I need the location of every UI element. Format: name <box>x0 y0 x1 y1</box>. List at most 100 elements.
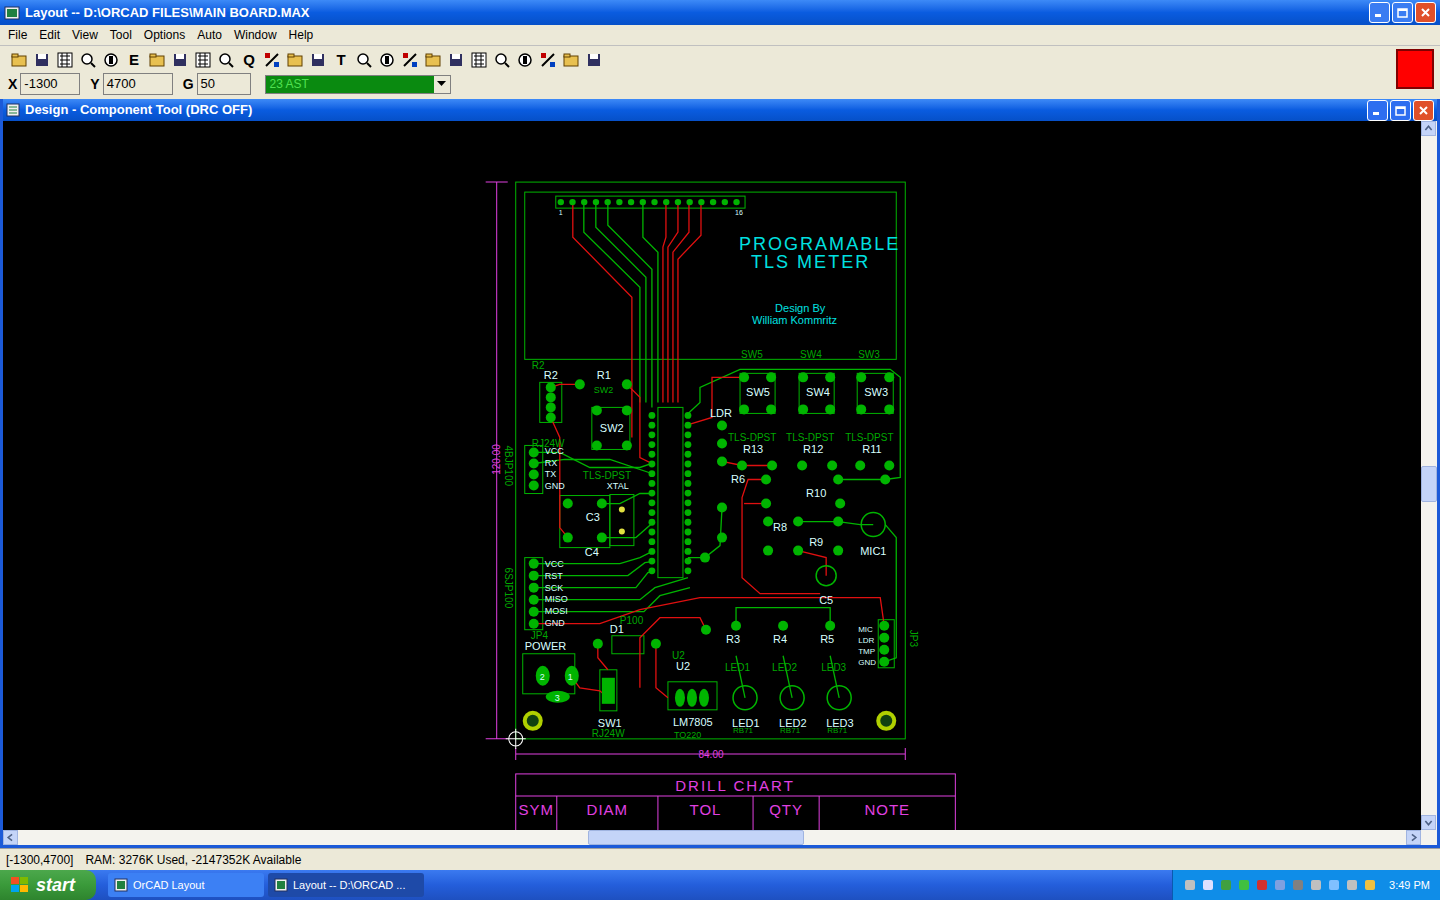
toolbar-button[interactable] <box>77 49 99 71</box>
toolbar-button[interactable] <box>468 49 490 71</box>
windows-logo-icon <box>10 876 30 894</box>
horizontal-scrollbar[interactable] <box>3 830 1437 845</box>
tray-icon[interactable] <box>1273 878 1287 892</box>
menu-item[interactable]: Edit <box>33 26 66 44</box>
title-bar: Layout -- D:\ORCAD FILES\MAIN BOARD.MAX <box>0 0 1440 25</box>
toolbar-button[interactable] <box>54 49 76 71</box>
scroll-thumb[interactable] <box>588 830 804 845</box>
toolbar-button[interactable] <box>284 49 306 71</box>
toolbar-button[interactable] <box>31 49 53 71</box>
menu-item[interactable]: Tool <box>104 26 138 44</box>
toolbar-button[interactable] <box>537 49 559 71</box>
taskbar-button[interactable]: Layout -- D:\ORCAD ... <box>268 873 424 897</box>
pcb-label: 3 <box>555 693 560 703</box>
pcb-label: SW4 <box>800 349 822 360</box>
field-label: Y <box>90 74 99 95</box>
tray-icon[interactable] <box>1201 878 1215 892</box>
pcb-label: TLS-DPST <box>583 471 631 482</box>
coord-field[interactable]: 4700 <box>103 73 173 95</box>
tray-icon[interactable] <box>1345 878 1359 892</box>
minimize-button[interactable] <box>1369 2 1390 23</box>
start-button[interactable]: start <box>0 870 96 900</box>
document-title: Design - Component Tool (DRC OFF) <box>25 100 252 120</box>
tool-icon <box>217 51 235 69</box>
close-button[interactable] <box>1415 2 1436 23</box>
menu-item[interactable]: Auto <box>191 26 228 44</box>
scroll-up-button[interactable] <box>1421 121 1436 136</box>
layer-select[interactable]: 23 AST <box>265 75 451 94</box>
minimize-button[interactable] <box>1367 100 1388 121</box>
toolbar-button[interactable] <box>353 49 375 71</box>
pcb-label: RB71 <box>827 726 848 735</box>
toolbar-button[interactable]: Q <box>238 49 260 71</box>
tool-icon <box>33 51 51 69</box>
arrow-up-icon <box>1423 123 1434 134</box>
toolbar-button[interactable] <box>560 49 582 71</box>
toolbar-button[interactable] <box>192 49 214 71</box>
pcb-label: Design By <box>775 302 826 314</box>
tray-icon[interactable] <box>1219 878 1233 892</box>
scroll-thumb[interactable] <box>1421 466 1437 502</box>
toolbar-button[interactable] <box>100 49 122 71</box>
toolbar-button[interactable] <box>445 49 467 71</box>
arrow-right-icon <box>1408 832 1419 843</box>
toolbar-button[interactable] <box>169 49 191 71</box>
task-icon <box>114 878 128 892</box>
menu-item[interactable]: Window <box>228 26 283 44</box>
toolbar: EQT <box>0 48 1396 71</box>
dimension-width: 84.00 <box>698 749 723 760</box>
tray-icon[interactable] <box>1255 878 1269 892</box>
menu-item[interactable]: Options <box>138 26 191 44</box>
toolbar-button[interactable]: T <box>330 49 352 71</box>
coord-field[interactable]: 50 <box>197 73 251 95</box>
toolbar-button[interactable] <box>399 49 421 71</box>
tool-icon <box>470 51 488 69</box>
layer-color-swatch <box>1396 49 1434 89</box>
toolbar-button[interactable] <box>261 49 283 71</box>
pcb-label: R8 <box>773 521 787 533</box>
toolbar-button[interactable] <box>215 49 237 71</box>
toolbar-button[interactable] <box>491 49 513 71</box>
pcb-label: SW2 <box>600 422 624 434</box>
pcb-label: XTAL <box>607 481 629 491</box>
toolbar-button[interactable] <box>8 49 30 71</box>
coord-field[interactable]: -1300 <box>20 73 80 95</box>
tray-icon[interactable] <box>1327 878 1341 892</box>
task-icon <box>274 878 288 892</box>
scroll-left-button[interactable] <box>3 830 18 845</box>
pcb-label: SW4 <box>806 386 830 398</box>
toolbar-button[interactable] <box>376 49 398 71</box>
toolbar-button[interactable] <box>514 49 536 71</box>
scroll-right-button[interactable] <box>1406 830 1421 845</box>
tool-icon <box>539 51 557 69</box>
scroll-down-button[interactable] <box>1421 815 1436 830</box>
close-button[interactable] <box>1413 100 1434 121</box>
toolbar-button[interactable] <box>146 49 168 71</box>
pcb-canvas[interactable]: 120.0084.00DRILL CHARTSYMDIAMTOLQTYNOTEP… <box>3 121 1421 830</box>
dimensions <box>486 182 956 830</box>
tray-icon[interactable] <box>1237 878 1251 892</box>
toolbar-button[interactable] <box>422 49 444 71</box>
taskbar-button[interactable]: OrCAD Layout <box>108 873 264 897</box>
tray-icon[interactable] <box>1363 878 1377 892</box>
drill-chart-column: SYM <box>518 801 554 818</box>
tray-icon[interactable] <box>1309 878 1323 892</box>
menu-item[interactable]: View <box>66 26 104 44</box>
tool-icon <box>309 51 327 69</box>
toolbar-button[interactable] <box>307 49 329 71</box>
restore-button[interactable] <box>1392 2 1413 23</box>
menu-item[interactable]: File <box>2 26 33 44</box>
pcb-label: R5 <box>820 633 834 645</box>
pcb-label: MISO <box>545 594 568 604</box>
pcb-label: JP3 <box>908 630 919 648</box>
pcb-label: LDR <box>858 636 874 645</box>
vertical-scrollbar[interactable] <box>1421 121 1437 830</box>
document-title-bar: Design - Component Tool (DRC OFF) <box>3 99 1437 121</box>
toolbar-button[interactable] <box>583 49 605 71</box>
restore-button[interactable] <box>1390 100 1411 121</box>
menu-item[interactable]: Help <box>283 26 320 44</box>
tray-icon[interactable] <box>1291 878 1305 892</box>
arrow-down-icon <box>1423 817 1434 828</box>
toolbar-button[interactable]: E <box>123 49 145 71</box>
tray-icon[interactable] <box>1183 878 1197 892</box>
